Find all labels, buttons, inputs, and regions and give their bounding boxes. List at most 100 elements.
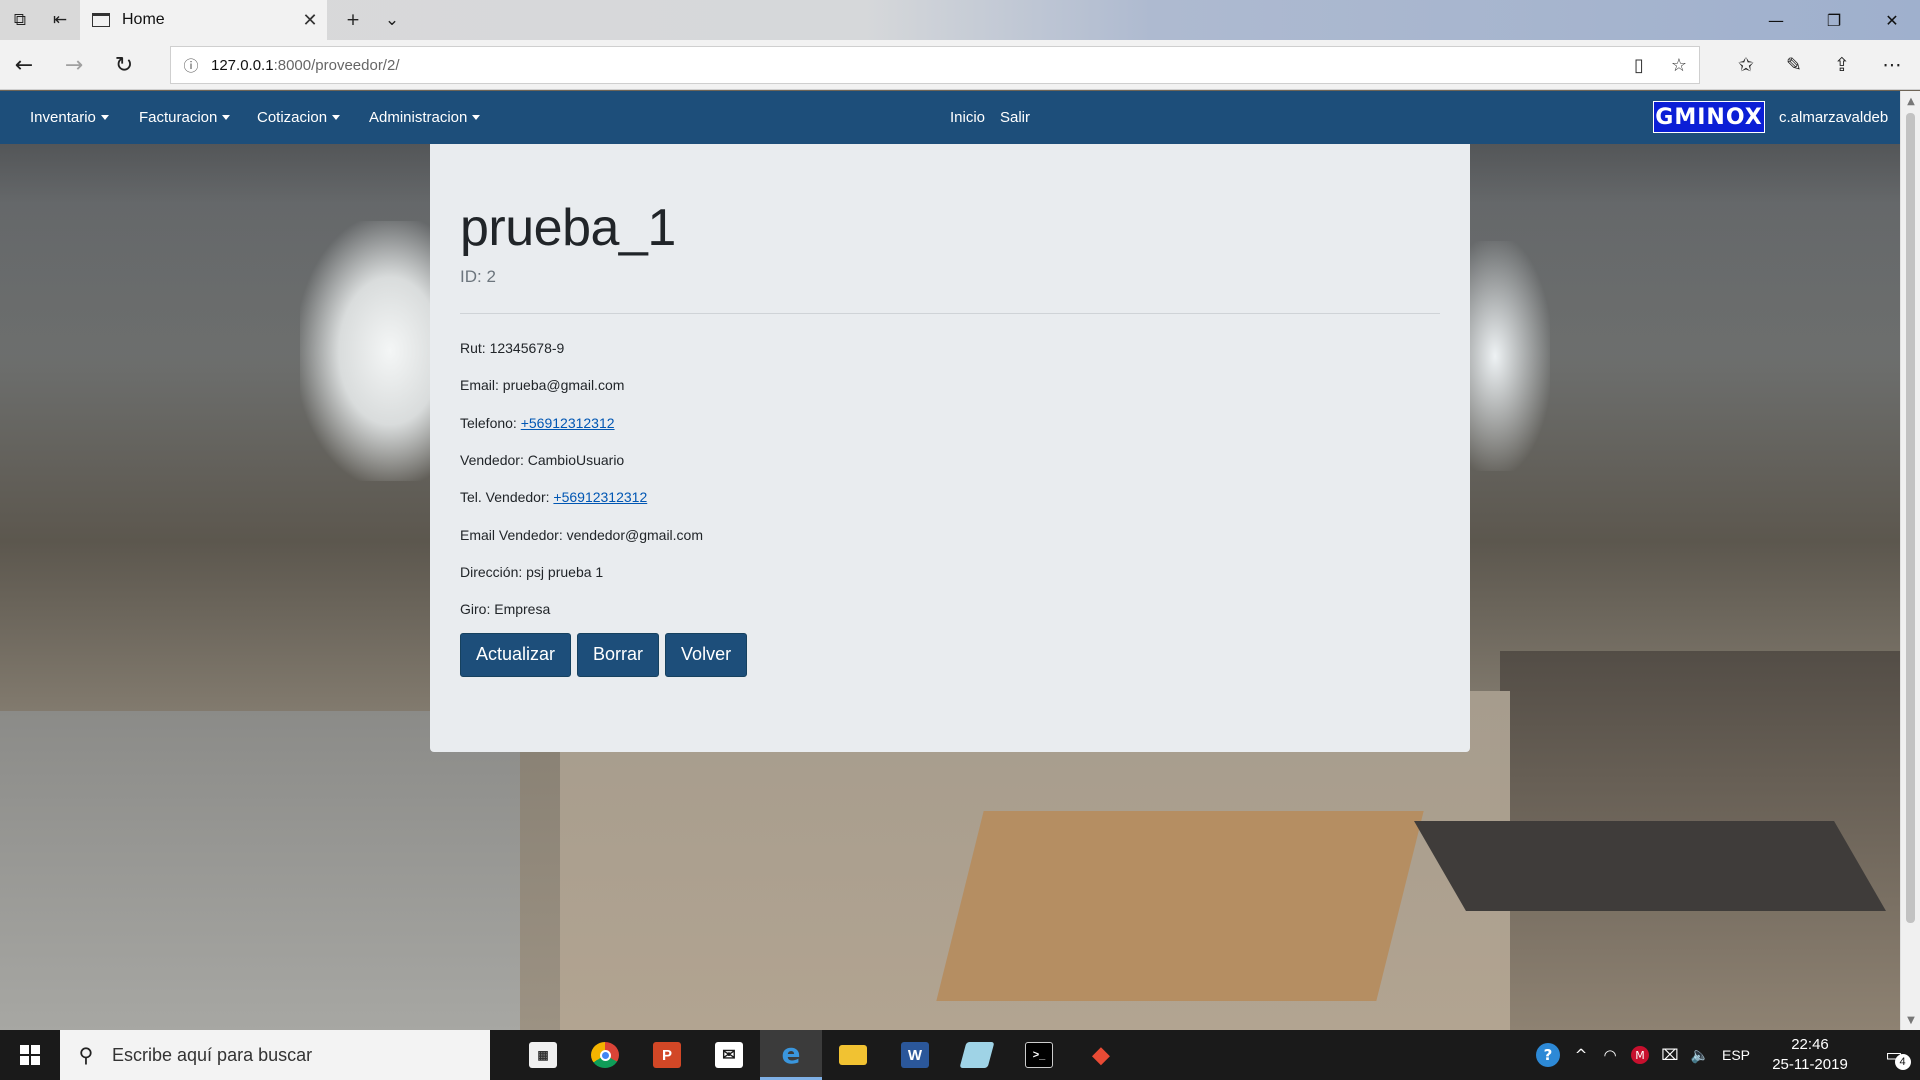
field-tel-vendedor: Tel. Vendedor: +56912312312 bbox=[460, 487, 1440, 507]
store-app-icon[interactable]: ▦ bbox=[512, 1030, 574, 1080]
start-button[interactable] bbox=[0, 1030, 60, 1080]
share-icon[interactable]: ⇪ bbox=[1818, 40, 1866, 90]
edge-app-icon[interactable]: e bbox=[760, 1030, 822, 1080]
mail-app-icon[interactable]: ✉ bbox=[698, 1030, 760, 1080]
menu-label: Cotizacion bbox=[257, 109, 328, 126]
site-navbar: Inventario Facturacion Cotizacion Admini… bbox=[0, 91, 1900, 144]
field-giro: Giro: Empresa bbox=[460, 599, 1440, 619]
git-app-icon[interactable]: ◆ bbox=[1070, 1030, 1132, 1080]
chrome-app-icon[interactable] bbox=[574, 1030, 636, 1080]
tray-expand-chevron-icon[interactable]: ^ bbox=[1568, 1030, 1594, 1080]
menu-facturacion[interactable]: Facturacion bbox=[139, 91, 231, 144]
caret-down-icon bbox=[100, 115, 109, 120]
background-photo-left bbox=[0, 711, 520, 1030]
minimize-icon[interactable]: — bbox=[1748, 0, 1804, 40]
close-tab-icon[interactable]: ✕ bbox=[293, 10, 327, 31]
field-label: Tel. Vendedor: bbox=[460, 489, 554, 506]
windows-logo-icon bbox=[20, 1045, 40, 1065]
url-host: 127.0.0.1 bbox=[211, 56, 274, 74]
background-photo-plate bbox=[936, 811, 1424, 1001]
field-label: Telefono: bbox=[460, 414, 521, 431]
system-clock[interactable]: 22:46 25-11-2019 bbox=[1755, 1030, 1865, 1080]
menu-inventario[interactable]: Inventario bbox=[30, 91, 109, 144]
word-app-icon[interactable]: W bbox=[884, 1030, 946, 1080]
page-viewport: Inventario Facturacion Cotizacion Admini… bbox=[0, 91, 1900, 1030]
field-rut: Rut: 12345678-9 bbox=[460, 338, 1440, 358]
help-icon[interactable]: ? bbox=[1530, 1030, 1566, 1080]
field-value: Empresa bbox=[494, 601, 551, 618]
caret-down-icon bbox=[472, 115, 481, 120]
powerpoint-app-icon[interactable]: P bbox=[636, 1030, 698, 1080]
caret-down-icon bbox=[222, 115, 231, 120]
restore-icon[interactable]: ❐ bbox=[1806, 0, 1862, 40]
site-info-icon[interactable]: ⓘ bbox=[171, 55, 211, 76]
field-value: psj prueba 1 bbox=[526, 563, 604, 580]
provider-id: ID: 2 bbox=[460, 267, 496, 287]
volume-icon[interactable]: 🔈 bbox=[1686, 1030, 1714, 1080]
clock-time: 22:46 bbox=[1791, 1036, 1829, 1053]
provider-detail-card: prueba_1 ID: 2 Rut: 12345678-9 Email: pr… bbox=[430, 144, 1470, 752]
more-icon[interactable]: ⋯ bbox=[1868, 40, 1916, 90]
windows-taskbar: ⚲ Escribe aquí para buscar ▦ P ✉ e W >_ … bbox=[0, 1030, 1920, 1080]
menu-cotizacion[interactable]: Cotizacion bbox=[257, 91, 341, 144]
page-scrollbar[interactable]: ▲ ▼ bbox=[1900, 91, 1920, 1030]
delete-button[interactable]: Borrar bbox=[577, 632, 660, 677]
network-disconnected-icon[interactable]: ⌧ bbox=[1656, 1030, 1684, 1080]
reading-view-icon[interactable]: ▯ bbox=[1619, 55, 1659, 76]
notification-count: 4 bbox=[1894, 1053, 1911, 1070]
link-salir[interactable]: Salir bbox=[1000, 91, 1030, 144]
field-label: Email: bbox=[460, 377, 503, 394]
tabs-aside-icon[interactable]: ⇤ bbox=[40, 0, 80, 40]
page-icon bbox=[92, 13, 110, 27]
antivirus-icon[interactable]: M bbox=[1626, 1030, 1654, 1080]
field-vendedor: Vendedor: CambioUsuario bbox=[460, 450, 1440, 470]
notifications-icon[interactable]: ▭ 4 bbox=[1868, 1030, 1920, 1080]
address-field[interactable]: ⓘ 127.0.0.1:8000/proveedor/2/ ▯ ☆ bbox=[170, 46, 1700, 84]
browser-tab-bar: ⧉ ⇤ Home ✕ + ⌄ — ❐ ✕ bbox=[0, 0, 1920, 40]
field-email: Email: prueba@gmail.com bbox=[460, 375, 1440, 395]
link-inicio[interactable]: Inicio bbox=[950, 91, 985, 144]
field-value: CambioUsuario bbox=[527, 452, 625, 469]
brand-logo[interactable]: GMINOX bbox=[1653, 101, 1765, 133]
pen-icon[interactable]: ✎ bbox=[1770, 40, 1818, 90]
menu-label: Administracion bbox=[369, 109, 468, 126]
terminal-app-icon[interactable]: >_ bbox=[1008, 1030, 1070, 1080]
caret-down-icon bbox=[332, 115, 341, 120]
scroll-down-icon[interactable]: ▼ bbox=[1901, 1010, 1920, 1030]
back-button[interactable]: Volver bbox=[665, 632, 748, 677]
menu-administracion[interactable]: Administracion bbox=[369, 91, 481, 144]
tab-list-chevron-icon[interactable]: ⌄ bbox=[372, 0, 412, 40]
browser-tab[interactable]: Home ✕ bbox=[80, 0, 327, 40]
username[interactable]: c.almarzavaldeb bbox=[1779, 91, 1888, 144]
telefono-link[interactable]: +56912312312 bbox=[521, 415, 615, 431]
refresh-icon[interactable]: ↻ bbox=[100, 40, 148, 90]
file-explorer-app-icon[interactable] bbox=[822, 1030, 884, 1080]
scrollbar-thumb[interactable] bbox=[1906, 113, 1915, 923]
new-tab-icon[interactable]: + bbox=[333, 0, 373, 40]
field-label: Dirección: bbox=[460, 563, 527, 580]
taskbar-search[interactable]: ⚲ Escribe aquí para buscar bbox=[60, 1030, 490, 1080]
field-email-vendedor: Email Vendedor: vendedor@gmail.com bbox=[460, 525, 1440, 545]
url-text[interactable]: 127.0.0.1:8000/proveedor/2/ bbox=[211, 57, 1619, 74]
forward-icon[interactable]: → bbox=[50, 40, 98, 90]
favorite-star-icon[interactable]: ☆ bbox=[1659, 55, 1699, 76]
field-label: Rut: bbox=[460, 340, 490, 357]
scroll-up-icon[interactable]: ▲ bbox=[1901, 91, 1920, 111]
notes-app-icon[interactable] bbox=[946, 1030, 1008, 1080]
address-toolbar: ← → ↻ ⓘ 127.0.0.1:8000/proveedor/2/ ▯ ☆ … bbox=[0, 40, 1920, 90]
field-value: vendedor@gmail.com bbox=[566, 526, 704, 543]
search-placeholder: Escribe aquí para buscar bbox=[112, 1044, 313, 1065]
background-photo-table bbox=[1414, 821, 1886, 911]
favorites-icon[interactable]: ✩ bbox=[1722, 40, 1770, 90]
update-button[interactable]: Actualizar bbox=[460, 632, 572, 677]
field-label: Email Vendedor: bbox=[460, 526, 567, 543]
tab-set-aside-icon[interactable]: ⧉ bbox=[0, 0, 40, 40]
back-icon[interactable]: ← bbox=[0, 40, 48, 90]
wifi-icon[interactable]: ◠ bbox=[1596, 1030, 1624, 1080]
tel-vendedor-link[interactable]: +56912312312 bbox=[553, 489, 647, 505]
language-indicator[interactable]: ESP bbox=[1716, 1030, 1756, 1080]
close-window-icon[interactable]: ✕ bbox=[1864, 0, 1920, 40]
menu-label: Facturacion bbox=[139, 109, 218, 126]
search-icon: ⚲ bbox=[78, 1043, 94, 1067]
divider bbox=[460, 313, 1440, 315]
